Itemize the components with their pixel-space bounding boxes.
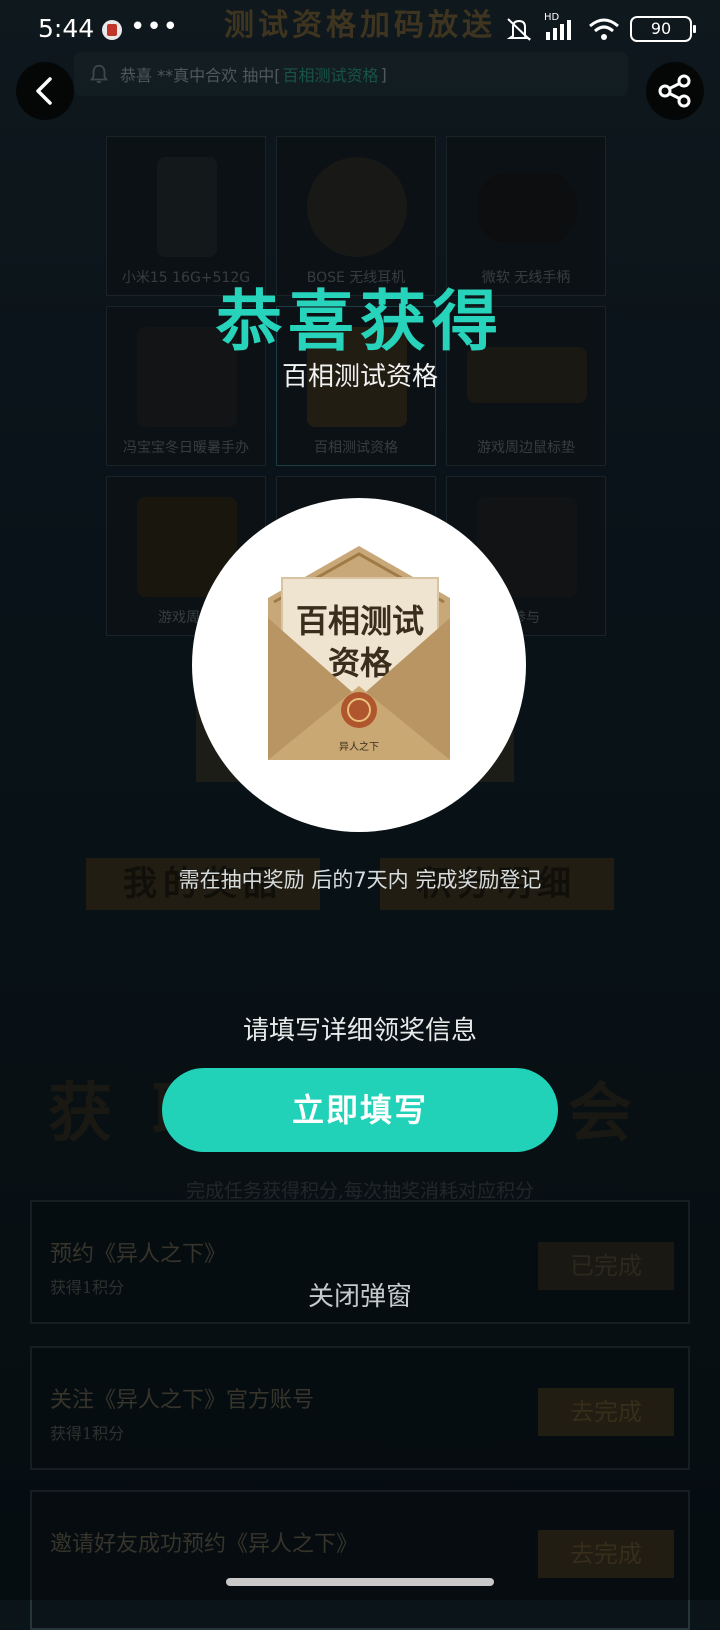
status-right: HD 90	[504, 12, 696, 42]
status-time: 5:44	[38, 14, 95, 43]
envelope-footer: 异人之下	[339, 740, 379, 753]
registration-note: 需在抽中奖励 后的7天内 完成奖励登记	[178, 868, 542, 892]
share-button[interactable]	[646, 62, 704, 120]
close-modal-button[interactable]: 关闭弹窗	[0, 1276, 720, 1313]
wifi-icon	[589, 18, 619, 40]
modal-headline: 恭喜获得	[216, 283, 504, 360]
envelope-icon: 百相测试 资格 异人之下	[268, 546, 450, 760]
home-indicator[interactable]	[226, 1578, 494, 1586]
modal-prize-name: 百相测试资格	[281, 362, 438, 392]
status-bar: 5:44 ••• HD 90	[0, 0, 720, 62]
fill-info-prompt: 请填写详细领奖信息	[242, 1016, 477, 1046]
network-type: HD	[544, 12, 560, 23]
signal-icon: HD	[544, 12, 578, 42]
more-notifications: •••	[130, 12, 180, 42]
mute-icon	[506, 18, 532, 41]
fill-now-button[interactable]: 立即填写	[162, 1068, 558, 1152]
app-notification-icon	[102, 20, 122, 40]
share-icon	[658, 74, 691, 108]
envelope-text-line1: 百相测试	[296, 602, 424, 640]
battery-icon: 90	[630, 16, 696, 42]
chevron-left-icon	[36, 77, 52, 105]
envelope-text-line2: 资格	[328, 644, 393, 682]
back-button[interactable]	[16, 62, 74, 120]
prize-image: 百相测试 资格 异人之下	[192, 498, 526, 832]
